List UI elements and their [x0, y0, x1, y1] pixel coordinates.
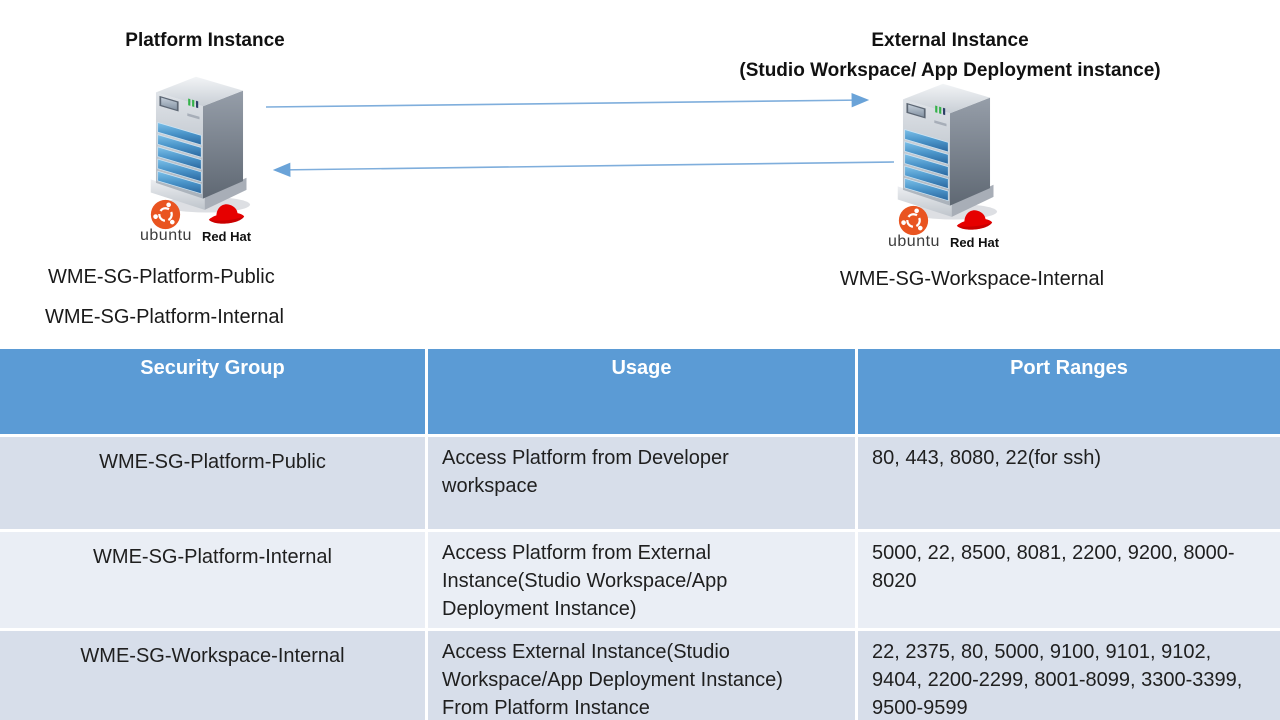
slide-canvas: Platform Instance External Instance (Stu…: [0, 0, 1280, 720]
redhat-caption: Red Hat: [202, 230, 251, 244]
table-header-security-group: Security Group: [0, 349, 425, 434]
table-row-2-usage: Access Platform from External Instance(S…: [428, 532, 855, 628]
external-server-tower-icon: [894, 75, 999, 223]
table-header-port-ranges: Port Ranges: [858, 349, 1280, 434]
platform-instance-title: Platform Instance: [105, 26, 305, 56]
external-os-badges: ubuntu Red Hat: [888, 205, 999, 250]
redhat-badge: Red Hat: [202, 202, 251, 244]
workspace-internal-sg-label: WME-SG-Workspace-Internal: [822, 268, 1122, 291]
ubuntu-logo-icon: [898, 205, 929, 236]
ubuntu-badge: ubuntu: [140, 199, 192, 244]
table-row-2-port-ranges: 5000, 22, 8500, 8081, 2200, 9200, 8000-8…: [858, 532, 1280, 628]
platform-os-badges: ubuntu Red Hat: [140, 199, 251, 244]
ubuntu-caption: ubuntu: [888, 234, 940, 250]
platform-server-tower-icon: [147, 68, 252, 216]
ubuntu-caption: ubuntu: [140, 228, 192, 244]
table-header-usage: Usage: [428, 349, 855, 434]
table-row-2-security-group: WME-SG-Platform-Internal: [0, 532, 425, 628]
ubuntu-badge: ubuntu: [888, 205, 940, 250]
platform-internal-sg-label: WME-SG-Platform-Internal: [45, 306, 284, 329]
table-row-3-usage: Access External Instance(Studio Workspac…: [428, 631, 855, 720]
security-group-table: Security Group Usage Port Ranges WME-SG-…: [0, 349, 1280, 720]
arrow-external-to-platform-icon: [276, 162, 894, 170]
table-row-1-port-ranges: 80, 443, 8080, 22(for ssh): [858, 437, 1280, 529]
redhat-fedora-icon: [208, 202, 245, 229]
platform-public-sg-label: WME-SG-Platform-Public: [48, 266, 275, 289]
table-row-3-security-group: WME-SG-Workspace-Internal: [0, 631, 425, 720]
table-row-1-usage: Access Platform from Developer workspace: [428, 437, 855, 529]
arrow-platform-to-external-icon: [266, 100, 866, 107]
external-instance-title-line1: External Instance: [648, 26, 1252, 56]
table-row-1-security-group: WME-SG-Platform-Public: [0, 437, 425, 529]
ubuntu-logo-icon: [150, 199, 181, 230]
table-row-3-port-ranges: 22, 2375, 80, 5000, 9100, 9101, 9102, 94…: [858, 631, 1280, 720]
redhat-caption: Red Hat: [950, 236, 999, 250]
redhat-fedora-icon: [956, 208, 993, 235]
redhat-badge: Red Hat: [950, 208, 999, 250]
